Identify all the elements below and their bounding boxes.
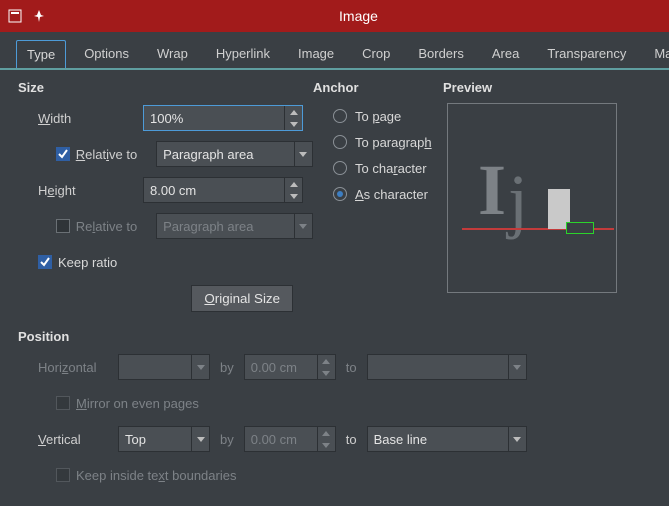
chevron-down-icon[interactable]: [285, 190, 302, 202]
original-size-button[interactable]: Original Size: [191, 285, 293, 312]
tab-transparency[interactable]: Transparency: [537, 40, 636, 68]
chevron-down-icon: [191, 355, 209, 379]
mirror-label: Mirror on even pages: [76, 396, 199, 411]
chevron-down-icon: [294, 214, 312, 238]
vertical-combo[interactable]: Top: [118, 426, 210, 452]
chevron-down-icon: [508, 427, 526, 451]
chevron-down-icon[interactable]: [285, 118, 302, 130]
tab-options[interactable]: Options: [74, 40, 139, 68]
vertical-label: Vertical: [38, 432, 118, 447]
chevron-up-icon[interactable]: [285, 106, 302, 118]
chevron-down-icon: [191, 427, 209, 451]
preview-selection-frame: [566, 222, 594, 234]
vertical-by-label: by: [220, 432, 234, 447]
anchor-as-character-radio[interactable]: [333, 187, 347, 201]
height-spin-arrows: [284, 178, 302, 202]
preview-glyph-i: I: [478, 154, 506, 226]
height-value: 8.00 cm: [150, 183, 284, 198]
horizontal-label: Horizontal: [38, 360, 118, 375]
height-label: Height: [38, 183, 143, 198]
relative-height-checkbox[interactable]: [56, 219, 70, 233]
width-label: Width: [38, 111, 143, 126]
vertical-by-spin: 0.00 cm: [244, 426, 336, 452]
size-heading: Size: [18, 80, 313, 95]
tab-strip: Type Options Wrap Hyperlink Image Crop B…: [0, 32, 669, 70]
horizontal-to-label: to: [346, 360, 357, 375]
chevron-down-icon: [318, 367, 335, 379]
position-heading: Position: [18, 329, 651, 344]
titlebar: Image: [0, 0, 669, 32]
relative-width-checkbox[interactable]: [56, 147, 70, 161]
anchor-to-character-label: To character: [355, 161, 427, 176]
chevron-down-icon: [294, 142, 312, 166]
anchor-to-paragraph-radio[interactable]: [333, 135, 347, 149]
tab-crop[interactable]: Crop: [352, 40, 400, 68]
width-value: 100%: [150, 111, 284, 126]
anchor-to-character-radio[interactable]: [333, 161, 347, 175]
keep-inside-label: Keep inside text boundaries: [76, 468, 236, 483]
keep-inside-checkbox: [56, 468, 70, 482]
anchor-to-page-radio[interactable]: [333, 109, 347, 123]
anchor-heading: Anchor: [313, 80, 443, 95]
tab-hyperlink[interactable]: Hyperlink: [206, 40, 280, 68]
keep-ratio-checkbox[interactable]: [38, 255, 52, 269]
chevron-down-icon: [508, 355, 526, 379]
height-spin[interactable]: 8.00 cm: [143, 177, 303, 203]
preview-glyph-j: j: [508, 164, 528, 236]
tab-image[interactable]: Image: [288, 40, 344, 68]
anchor-to-page-label: To page: [355, 109, 401, 124]
chevron-up-icon[interactable]: [285, 178, 302, 190]
horizontal-to-combo: [367, 354, 527, 380]
width-spin[interactable]: 100%: [143, 105, 303, 131]
tab-type[interactable]: Type: [16, 40, 66, 68]
relative-width-label: Relative to: [76, 147, 156, 162]
mirror-checkbox: [56, 396, 70, 410]
relative-width-combo[interactable]: Paragraph area: [156, 141, 313, 167]
preview-box: I j: [447, 103, 617, 293]
width-spin-arrows: [284, 106, 302, 130]
preview-heading: Preview: [443, 80, 651, 95]
anchor-as-character-label: As character: [355, 187, 428, 202]
anchor-to-paragraph-label: To paragraph: [355, 135, 432, 150]
vertical-to-combo[interactable]: Base line: [367, 426, 527, 452]
tab-wrap[interactable]: Wrap: [147, 40, 198, 68]
relative-height-combo: Paragraph area: [156, 213, 313, 239]
horizontal-by-label: by: [220, 360, 234, 375]
horizontal-combo: [118, 354, 210, 380]
relative-height-label: Relative to: [76, 219, 156, 234]
chevron-down-icon: [318, 439, 335, 451]
horizontal-by-spin: 0.00 cm: [244, 354, 336, 380]
window-title: Image: [56, 8, 661, 24]
vertical-to-label: to: [346, 432, 357, 447]
pin-icon[interactable]: [32, 9, 46, 23]
tab-area[interactable]: Area: [482, 40, 529, 68]
app-menu-icon[interactable]: [8, 9, 22, 23]
chevron-up-icon: [318, 427, 335, 439]
tab-macro[interactable]: Macro: [644, 40, 669, 68]
tab-borders[interactable]: Borders: [408, 40, 474, 68]
chevron-up-icon: [318, 355, 335, 367]
keep-ratio-label: Keep ratio: [58, 255, 117, 270]
